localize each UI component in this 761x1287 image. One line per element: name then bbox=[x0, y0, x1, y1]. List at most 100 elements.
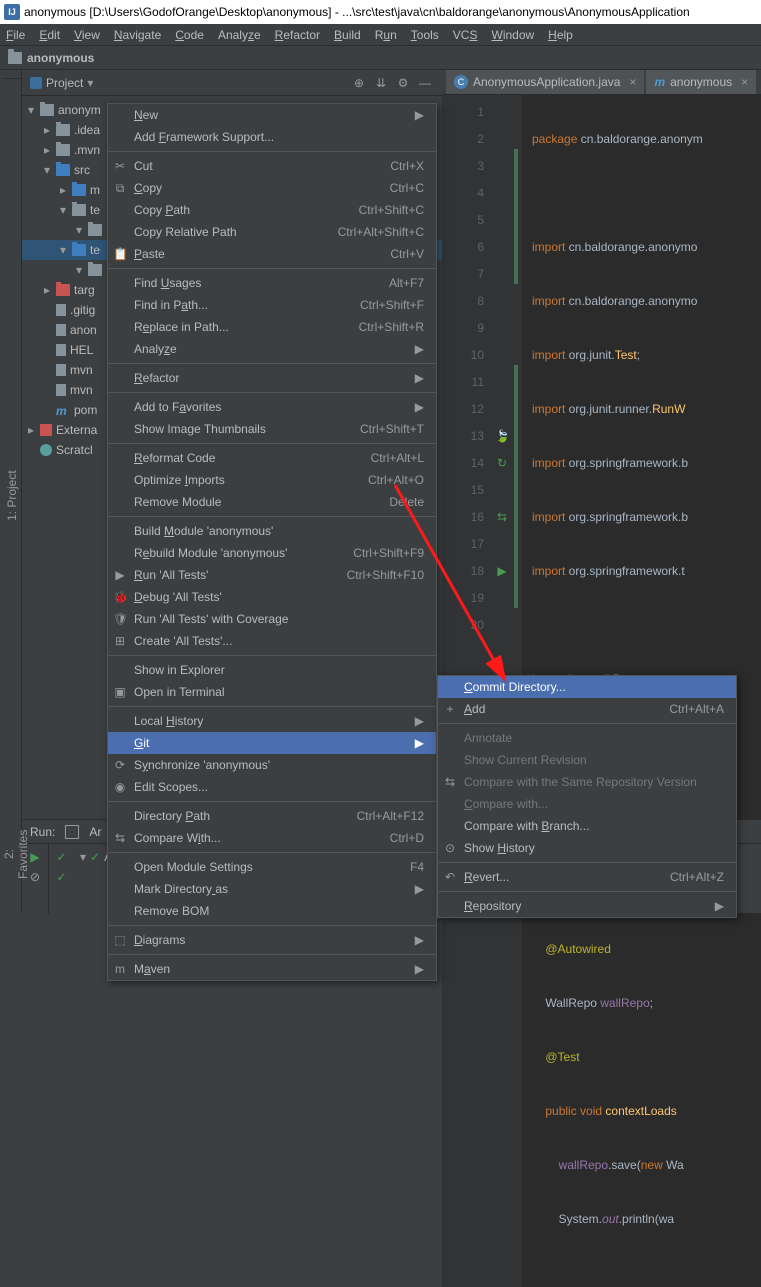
close-icon[interactable]: × bbox=[741, 75, 748, 89]
window-titlebar: IJ anonymous [D:\Users\GodofOrange\Deskt… bbox=[0, 0, 761, 24]
menu-item[interactable]: Remove BOM bbox=[108, 900, 436, 922]
menu-item: ⇆Compare with the Same Repository Versio… bbox=[438, 771, 736, 793]
close-icon[interactable]: × bbox=[629, 75, 636, 89]
menu-item[interactable]: Reformat CodeCtrl+Alt+L bbox=[108, 447, 436, 469]
tool-tab-favorites[interactable]: 2: Favorites bbox=[0, 819, 22, 889]
menu-code[interactable]: Code bbox=[175, 28, 204, 42]
menu-item[interactable]: ⊙Show History bbox=[438, 837, 736, 859]
run-gutter-icon[interactable]: ↻ bbox=[495, 450, 509, 464]
menu-build[interactable]: Build bbox=[334, 28, 361, 42]
run-config-name: Ar bbox=[89, 825, 101, 839]
hide-icon[interactable]: — bbox=[416, 74, 434, 92]
menu-item[interactable]: ⧉CopyCtrl+C bbox=[108, 177, 436, 199]
menu-item[interactable]: mMaven▶ bbox=[108, 958, 436, 980]
menu-run[interactable]: Run bbox=[375, 28, 397, 42]
menu-vcs[interactable]: VCS bbox=[453, 28, 478, 42]
app-icon: IJ bbox=[4, 4, 20, 20]
menu-item[interactable]: ▣Open in Terminal bbox=[108, 681, 436, 703]
git-submenu: Commit Directory...+AddCtrl+Alt+A Annotat… bbox=[437, 675, 737, 918]
menu-help[interactable]: Help bbox=[548, 28, 573, 42]
locate-icon[interactable]: ⊕ bbox=[350, 74, 368, 92]
menu-item[interactable]: Find in Path...Ctrl+Shift+F bbox=[108, 294, 436, 316]
editor-tabs: C AnonymousApplication.java × m anonymou… bbox=[442, 70, 761, 95]
menu-edit[interactable]: Edit bbox=[39, 28, 60, 42]
run-gutter-icon[interactable]: 🍃 bbox=[495, 423, 509, 437]
menu-view[interactable]: View bbox=[74, 28, 100, 42]
menu-item[interactable]: New▶ bbox=[108, 104, 436, 126]
menu-item[interactable]: Replace in Path...Ctrl+Shift+R bbox=[108, 316, 436, 338]
left-tool-strip: 1: Project bbox=[0, 70, 22, 913]
tab-label: anonymous bbox=[670, 75, 732, 89]
pass-icon[interactable]: ✓ bbox=[56, 870, 66, 884]
menu-item[interactable]: Analyze▶ bbox=[108, 338, 436, 360]
menu-item[interactable]: Remove ModuleDelete bbox=[108, 491, 436, 513]
menu-item[interactable]: 🐞Debug 'All Tests' bbox=[108, 586, 436, 608]
menu-item[interactable]: ⇆Compare With...Ctrl+D bbox=[108, 827, 436, 849]
menu-item[interactable]: Local History▶ bbox=[108, 710, 436, 732]
bean-gutter-icon[interactable]: ⇆ bbox=[495, 504, 509, 518]
menu-item[interactable]: Commit Directory... bbox=[438, 676, 736, 698]
menu-item: Compare with... bbox=[438, 793, 736, 815]
menu-item[interactable]: Show Image ThumbnailsCtrl+Shift+T bbox=[108, 418, 436, 440]
folder-icon bbox=[8, 52, 22, 64]
maven-icon: m bbox=[654, 75, 665, 89]
menu-item[interactable]: Repository▶ bbox=[438, 895, 736, 917]
menu-item[interactable]: ✂CutCtrl+X bbox=[108, 155, 436, 177]
menu-item[interactable]: Compare with Branch... bbox=[438, 815, 736, 837]
tab-label: AnonymousApplication.java bbox=[473, 75, 620, 89]
menu-item[interactable]: Add Framework Support... bbox=[108, 126, 436, 148]
project-context-menu: New▶Add Framework Support... ✂CutCtrl+X⧉C… bbox=[107, 103, 437, 981]
menu-item[interactable]: Optimize ImportsCtrl+Alt+O bbox=[108, 469, 436, 491]
pass-icon[interactable]: ✓ bbox=[56, 850, 66, 864]
menu-item[interactable]: Add to Favorites▶ bbox=[108, 396, 436, 418]
menu-item[interactable]: ↶Revert...Ctrl+Alt+Z bbox=[438, 866, 736, 888]
rerun-icon[interactable]: ▶ bbox=[30, 850, 39, 864]
tab-anonymous-application[interactable]: C AnonymousApplication.java × bbox=[446, 70, 644, 94]
menu-refactor[interactable]: Refactor bbox=[275, 28, 320, 42]
menu-item[interactable]: Copy Relative PathCtrl+Alt+Shift+C bbox=[108, 221, 436, 243]
menu-item[interactable]: ⬚Diagrams▶ bbox=[108, 929, 436, 951]
project-title: Project bbox=[46, 76, 83, 90]
menu-item[interactable]: Find UsagesAlt+F7 bbox=[108, 272, 436, 294]
menu-file[interactable]: File bbox=[6, 28, 25, 42]
menu-item[interactable]: 🛡Run 'All Tests' with Coverage bbox=[108, 608, 436, 630]
menu-item[interactable]: ▶Run 'All Tests'Ctrl+Shift+F10 bbox=[108, 564, 436, 586]
menu-item[interactable]: ◉Edit Scopes... bbox=[108, 776, 436, 798]
collapse-icon[interactable]: ⇊ bbox=[372, 74, 390, 92]
menu-item[interactable]: Git▶ bbox=[108, 732, 436, 754]
menu-tools[interactable]: Tools bbox=[411, 28, 439, 42]
breadcrumb-bar: anonymous bbox=[0, 46, 761, 70]
gear-icon[interactable]: ⚙ bbox=[394, 74, 412, 92]
menu-item[interactable]: Show in Explorer bbox=[108, 659, 436, 681]
menu-window[interactable]: Window bbox=[491, 28, 534, 42]
run-config-icon[interactable] bbox=[65, 825, 79, 839]
breadcrumb-root[interactable]: anonymous bbox=[27, 51, 94, 65]
menu-item[interactable]: Rebuild Module 'anonymous'Ctrl+Shift+F9 bbox=[108, 542, 436, 564]
menu-item: Show Current Revision bbox=[438, 749, 736, 771]
main-menubar: File Edit View Navigate Code Analyze Ref… bbox=[0, 24, 761, 46]
tool-tab-project[interactable]: 1: Project bbox=[3, 78, 21, 913]
menu-navigate[interactable]: Navigate bbox=[114, 28, 161, 42]
menu-item[interactable]: Directory PathCtrl+Alt+F12 bbox=[108, 805, 436, 827]
run-test-gutter-icon[interactable]: ▶ bbox=[495, 558, 509, 572]
menu-item[interactable]: +AddCtrl+Alt+A bbox=[438, 698, 736, 720]
menu-item: Annotate bbox=[438, 727, 736, 749]
menu-analyze[interactable]: Analyze bbox=[218, 28, 261, 42]
chevron-down-icon: ▾ bbox=[87, 76, 93, 90]
project-icon bbox=[30, 77, 42, 89]
stop-icon[interactable]: ⊘ bbox=[30, 870, 40, 884]
project-header: Project ▾ ⊕ ⇊ ⚙ — bbox=[22, 70, 442, 96]
menu-item[interactable]: 📋PasteCtrl+V bbox=[108, 243, 436, 265]
run-label: Run: bbox=[30, 825, 55, 839]
menu-item[interactable]: Mark Directory as▶ bbox=[108, 878, 436, 900]
class-icon: C bbox=[454, 75, 468, 89]
project-view-selector[interactable]: Project ▾ bbox=[30, 76, 93, 90]
menu-item[interactable]: Refactor▶ bbox=[108, 367, 436, 389]
menu-item[interactable]: ⊞Create 'All Tests'... bbox=[108, 630, 436, 652]
menu-item[interactable]: Build Module 'anonymous' bbox=[108, 520, 436, 542]
menu-item[interactable]: Copy PathCtrl+Shift+C bbox=[108, 199, 436, 221]
window-title: anonymous [D:\Users\GodofOrange\Desktop\… bbox=[24, 5, 690, 19]
menu-item[interactable]: Open Module SettingsF4 bbox=[108, 856, 436, 878]
tab-anonymous-maven[interactable]: m anonymous × bbox=[646, 70, 756, 94]
menu-item[interactable]: ⟳Synchronize 'anonymous' bbox=[108, 754, 436, 776]
